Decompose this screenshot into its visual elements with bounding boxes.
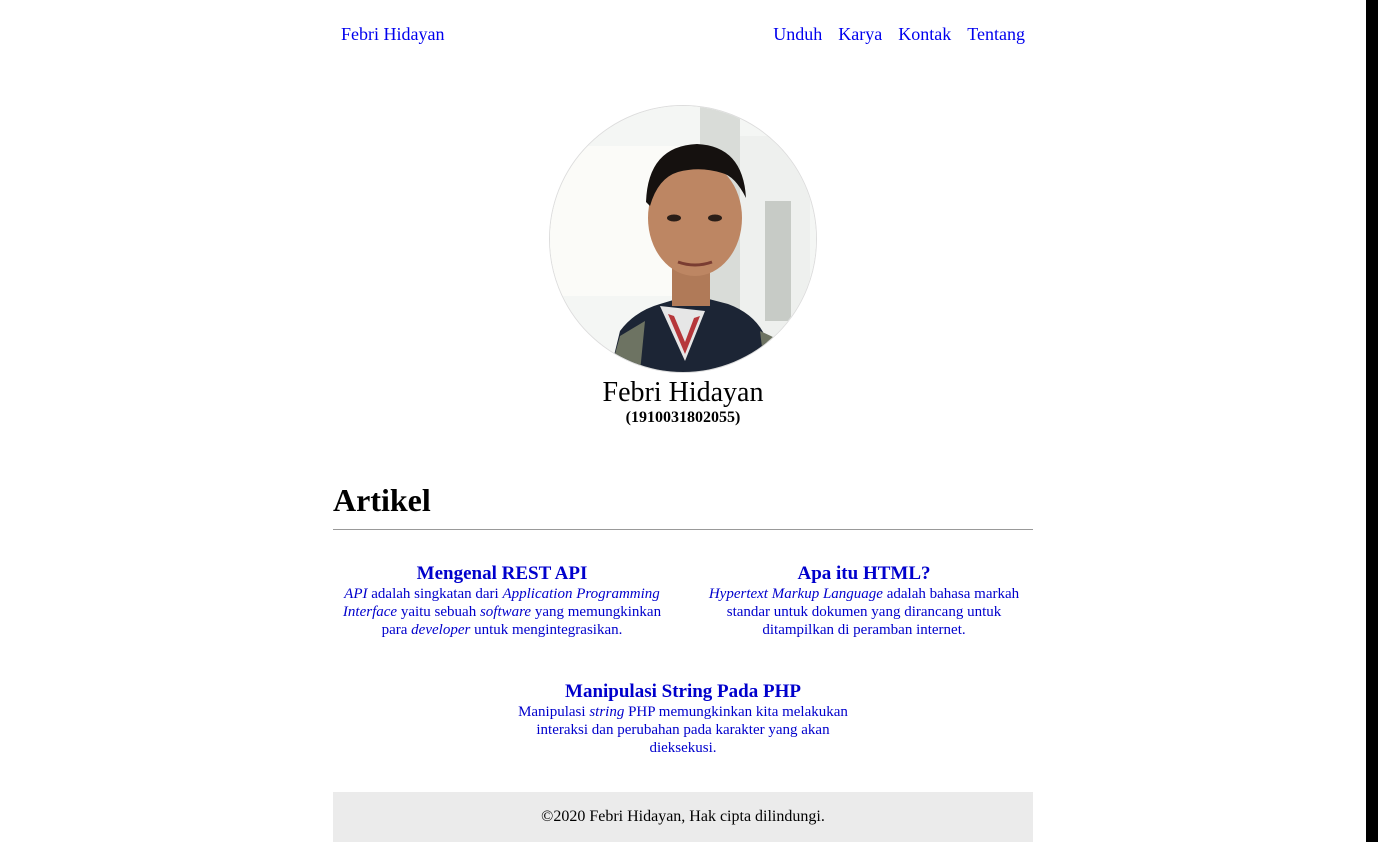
nav-link-unduh[interactable]: Unduh [773,24,822,45]
page-container: Febri Hidayan Unduh Karya Kontak Tentang [333,0,1033,842]
emphasis-text: API [344,586,368,602]
article-card-html[interactable]: Apa itu HTML? Hypertext Markup Language … [695,563,1033,639]
article-title: Apa itu HTML? [797,563,931,584]
emphasis-text: string [589,704,625,720]
nav-link-tentang[interactable]: Tentang [967,24,1025,45]
emphasis-text: software [479,604,532,620]
excerpt-text: adalah singkatan dari [367,586,503,602]
profile-id: (1910031802055) [625,409,741,426]
excerpt-text: Manipulasi [518,704,590,720]
footer: ©2020 Febri Hidayan, Hak cipta dilindung… [333,792,1033,842]
article-title: Mengenal REST API [416,563,588,584]
profile-photo-image [550,106,816,372]
article-title: Manipulasi String Pada PHP [565,681,801,702]
scrollbar[interactable] [1366,0,1378,842]
emphasis-text: Hypertext Markup Language [708,586,883,602]
excerpt-text: untuk mengintegrasikan. [470,622,623,638]
profile-section: Febri Hidayan (1910031802055) [333,70,1033,470]
top-nav: Febri Hidayan Unduh Karya Kontak Tentang [333,0,1033,70]
article-card-php-string[interactable]: Manipulasi String Pada PHP Manipulasi st… [518,681,848,757]
article-excerpt: Hypertext Markup Language adalah bahasa … [695,585,1033,639]
profile-name: Febri Hidayan [602,377,764,408]
divider [333,529,1033,530]
nav-menu: Unduh Karya Kontak Tentang [773,24,1025,45]
excerpt-text: yaitu sebuah [397,604,480,620]
nav-link-karya[interactable]: Karya [838,24,882,45]
brand-link[interactable]: Febri Hidayan [341,24,444,45]
article-excerpt: Manipulasi string PHP memungkinkan kita … [518,703,848,757]
copyright-text: ©2020 Febri Hidayan, Hak cipta dilindung… [541,808,825,825]
article-card-rest-api[interactable]: Mengenal REST API API adalah singkatan d… [333,563,671,639]
profile-photo [549,105,817,373]
section-title: Artikel [333,482,431,518]
emphasis-text: developer [411,622,471,638]
article-excerpt: API adalah singkatan dari Application Pr… [333,585,671,639]
nav-link-kontak[interactable]: Kontak [898,24,951,45]
